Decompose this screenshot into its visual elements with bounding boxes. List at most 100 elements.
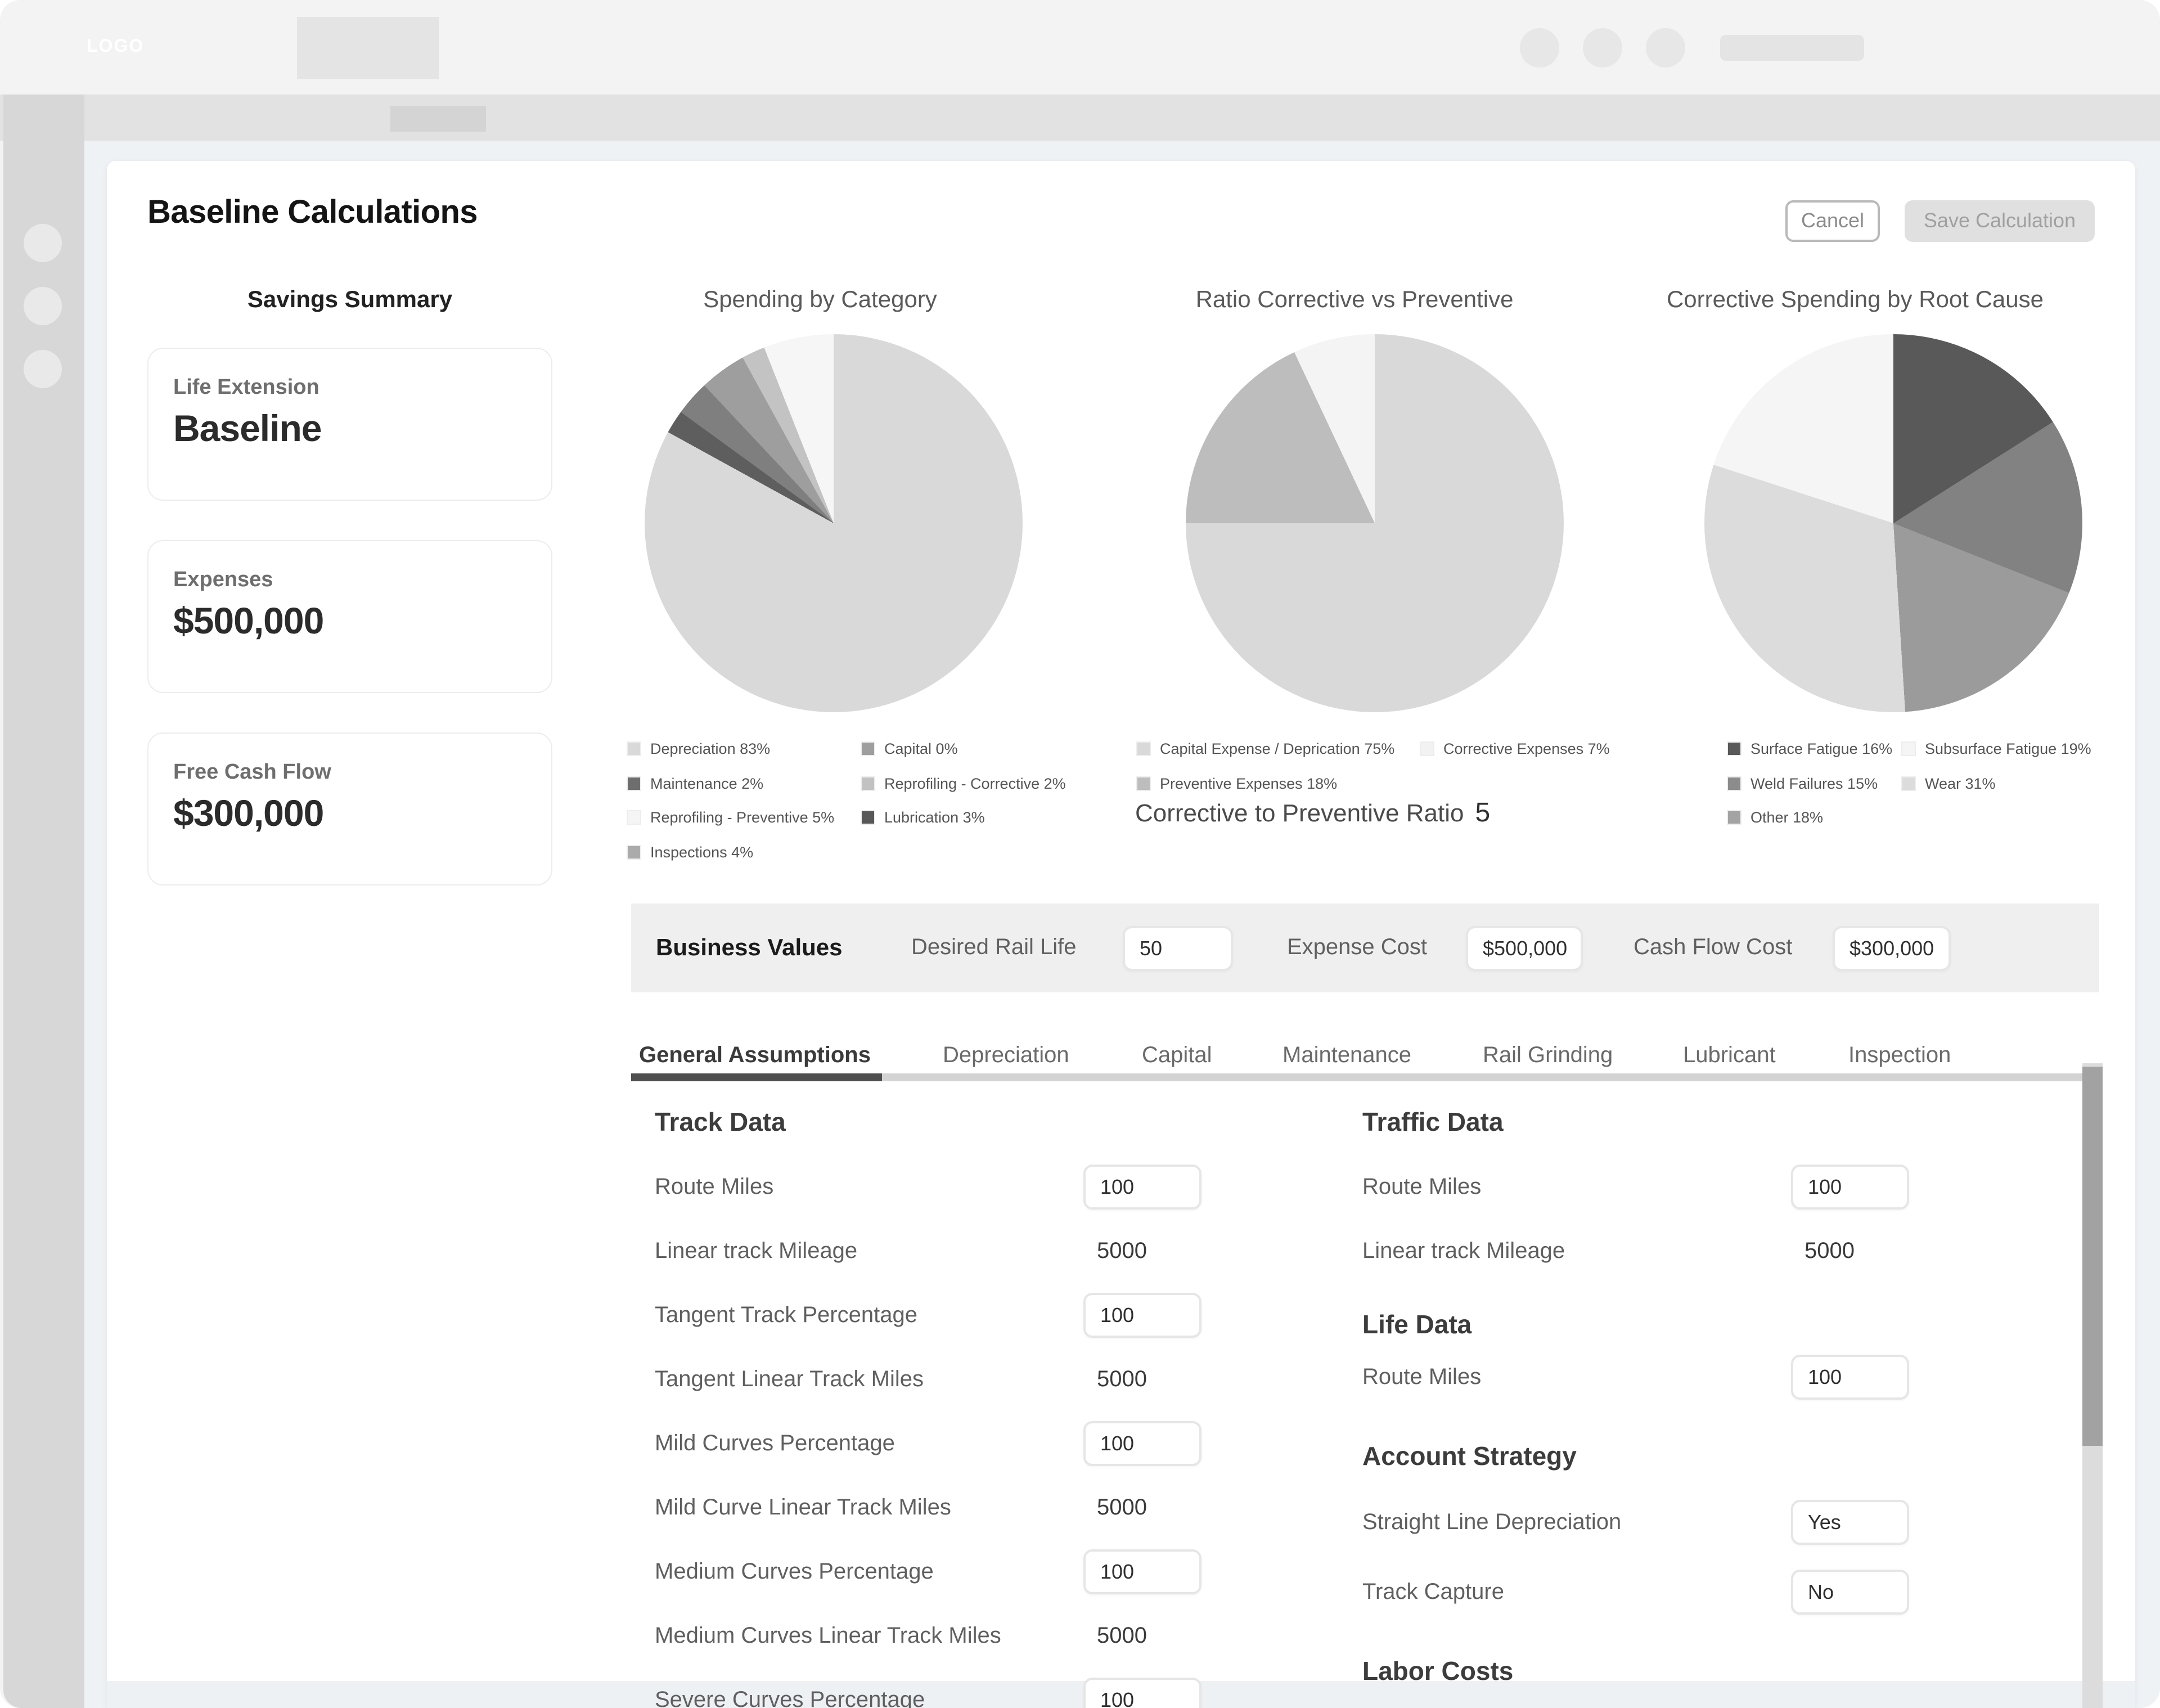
cash-flow-cost-label: Cash Flow Cost: [1634, 904, 1792, 992]
tab-lubricant[interactable]: Lubricant: [1683, 1040, 1776, 1071]
form-row: Route Miles: [1362, 1156, 2160, 1220]
medium-curves-percentage-input[interactable]: [1083, 1549, 1202, 1594]
card-value: Baseline: [173, 407, 322, 450]
pie-chart-spending-by-category: [645, 334, 1023, 712]
straight-line-depreciation-label: Straight Line Depreciation: [1362, 1510, 1621, 1535]
form-row: Mild Curves Percentage: [655, 1412, 1465, 1476]
track-capture-input[interactable]: [1791, 1570, 1909, 1615]
legend-label: Surface Fatigue 16%: [1750, 740, 1892, 757]
form-row: Medium Curves Percentage: [655, 1540, 1465, 1604]
legend-label: Reprofiling - Corrective 2%: [884, 775, 1066, 792]
legend-swatch: [627, 844, 641, 859]
legend-swatch: [627, 810, 641, 824]
sidebar-item-placeholder[interactable]: [24, 350, 62, 388]
form-row: Linear track Mileage 5000: [655, 1220, 1465, 1284]
legend-item: Corrective Expenses 7%: [1420, 737, 1610, 759]
expense-cost-label: Expense Cost: [1287, 904, 1427, 992]
legend-swatch: [1420, 741, 1434, 756]
legend-swatch: [1727, 776, 1742, 790]
form-row: Mild Curve Linear Track Miles 5000: [655, 1476, 1465, 1540]
toolbar-circle-placeholder: [1646, 28, 1685, 68]
medium-curves-linear-track-miles-label: Medium Curves Linear Track Miles: [655, 1624, 1001, 1648]
life-extension-card: Life Extension Baseline: [147, 348, 552, 501]
section-heading-labor-costs: Labor Costs: [1362, 1648, 1513, 1693]
legend-item: Maintenance 2%: [627, 772, 763, 794]
expense-cost-input[interactable]: [1466, 926, 1583, 971]
tab-maintenance[interactable]: Maintenance: [1282, 1040, 1411, 1071]
track-capture-label: Track Capture: [1362, 1580, 1504, 1604]
traffic-route-miles-input[interactable]: [1791, 1165, 1909, 1210]
legend-label: Subsurface Fatigue 19%: [1925, 740, 2091, 757]
tab-capital[interactable]: Capital: [1142, 1040, 1212, 1071]
chart-title-corrective-spending-by-root-cause: Corrective Spending by Root Cause: [1664, 287, 2046, 314]
form-scrollbar-thumb[interactable]: [2082, 1067, 2103, 1446]
cash-flow-cost-input[interactable]: [1833, 926, 1951, 971]
card-label: Free Cash Flow: [173, 761, 331, 785]
route-miles-input[interactable]: [1083, 1165, 1202, 1210]
tangent-linear-track-miles-value: 5000: [1097, 1348, 1147, 1412]
app-root: LOGO Baseline Calculations Cancel Save C…: [0, 0, 2160, 1708]
legend-swatch: [1901, 776, 1916, 790]
business-values-title: Business Values: [656, 904, 843, 992]
free-cash-flow-card: Free Cash Flow $300,000: [147, 732, 552, 886]
sidebar-item-placeholder[interactable]: [24, 224, 62, 262]
cancel-button[interactable]: Cancel: [1785, 200, 1880, 242]
form-row: Route Miles: [655, 1156, 1465, 1220]
life-route-miles-input[interactable]: [1791, 1355, 1909, 1400]
severe-curves-percentage-input[interactable]: [1083, 1678, 1202, 1708]
tab-rail-grinding[interactable]: Rail Grinding: [1483, 1040, 1613, 1071]
legend-label: Depreciation 83%: [650, 740, 770, 757]
legend-label: Wear 31%: [1925, 775, 1996, 792]
secondary-bar: [0, 95, 2160, 141]
traffic-linear-track-mileage-value: 5000: [1804, 1220, 1855, 1284]
legend-item: Reprofiling - Corrective 2%: [861, 772, 1066, 794]
mild-curves-percentage-input[interactable]: [1083, 1421, 1202, 1466]
legend-item: Capital 0%: [861, 737, 958, 759]
form-row: Tangent Linear Track Miles 5000: [655, 1348, 1465, 1412]
section-heading-account-strategy: Account Strategy: [1362, 1433, 1577, 1478]
pie-chart-corrective-spending-by-root-cause: [1704, 334, 2082, 712]
tab-depreciation[interactable]: Depreciation: [943, 1040, 1069, 1071]
legend-label: Corrective Expenses 7%: [1443, 740, 1610, 757]
legend-item: Preventive Expenses 18%: [1136, 772, 1337, 794]
legend-item: Subsurface Fatigue 19%: [1901, 737, 2091, 759]
legend-swatch: [1136, 741, 1151, 756]
legend-label: Other 18%: [1750, 808, 1823, 825]
logo: LOGO: [87, 37, 144, 57]
ratio-value: 5: [1475, 798, 1490, 828]
section-heading-traffic-data: Traffic Data: [1362, 1099, 1504, 1144]
desired-rail-life-input[interactable]: [1123, 926, 1233, 971]
tab-inspection[interactable]: Inspection: [1848, 1040, 1951, 1071]
linear-track-mileage-value: 5000: [1097, 1220, 1147, 1284]
form-row: Tangent Track Percentage: [655, 1284, 1465, 1348]
form-scrollbar-track[interactable]: [2082, 1063, 2103, 1708]
legend-swatch: [861, 741, 875, 756]
straight-line-depreciation-input[interactable]: [1791, 1500, 1909, 1545]
legend-item: Wear 31%: [1901, 772, 1996, 794]
route-miles-label: Route Miles: [655, 1175, 773, 1199]
toolbar-circle-placeholder: [1583, 28, 1622, 68]
legend-swatch: [861, 776, 875, 790]
toolbar-circle-placeholder: [1520, 28, 1559, 68]
tab-general-assumptions[interactable]: General Assumptions: [639, 1040, 871, 1071]
legend-item: Capital Expense / Deprication 75%: [1136, 737, 1394, 759]
form-row: Linear track Mileage 5000: [1362, 1220, 2160, 1284]
desired-rail-life-label: Desired Rail Life: [911, 904, 1076, 992]
form-row: Track Capture: [1362, 1561, 2160, 1625]
pie-chart-ratio-corrective-vs-preventive: [1186, 334, 1564, 712]
legend-item: Surface Fatigue 16%: [1727, 737, 1892, 759]
legend-label: Reprofiling - Preventive 5%: [650, 808, 834, 825]
card-value: $500,000: [173, 600, 323, 642]
legend-item: Lubrication 3%: [861, 806, 985, 828]
card-value: $300,000: [173, 792, 323, 835]
legend-swatch: [1901, 741, 1916, 756]
save-calculation-button[interactable]: Save Calculation: [1905, 200, 2095, 242]
legend-swatch: [1136, 776, 1151, 790]
tangent-track-percentage-label: Tangent Track Percentage: [655, 1303, 917, 1328]
medium-curves-linear-track-miles-value: 5000: [1097, 1604, 1147, 1669]
sidebar-item-placeholder[interactable]: [24, 287, 62, 325]
section-heading-life-data: Life Data: [1362, 1302, 1472, 1347]
tangent-track-percentage-input[interactable]: [1083, 1293, 1202, 1338]
savings-summary-title: Savings Summary: [147, 287, 552, 314]
page-title: Baseline Calculations: [147, 195, 478, 232]
